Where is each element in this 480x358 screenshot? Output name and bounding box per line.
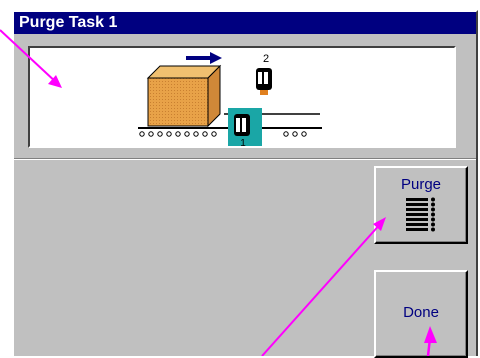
separator: [14, 158, 476, 160]
purge-task-window: Purge Task 1 1 2 Purge Done: [12, 10, 478, 358]
printhead-2: 2: [256, 53, 272, 95]
printhead-1-label: 1: [240, 138, 246, 146]
purge-icon: [406, 197, 435, 232]
direction-arrow-icon: [186, 52, 222, 64]
printhead-1: 1: [228, 108, 262, 146]
purge-button-label: Purge: [400, 176, 442, 193]
conveyor-illustration: 1 2: [138, 52, 322, 146]
printhead-2-label: 2: [263, 53, 269, 65]
window-title: Purge Task 1: [14, 12, 476, 34]
conveyor-illustration-panel: 1 2: [28, 46, 456, 148]
purge-button[interactable]: Purge: [374, 166, 468, 244]
done-button-label: Done: [403, 304, 439, 321]
done-button[interactable]: Done: [374, 270, 468, 358]
carton-box: [146, 64, 222, 128]
